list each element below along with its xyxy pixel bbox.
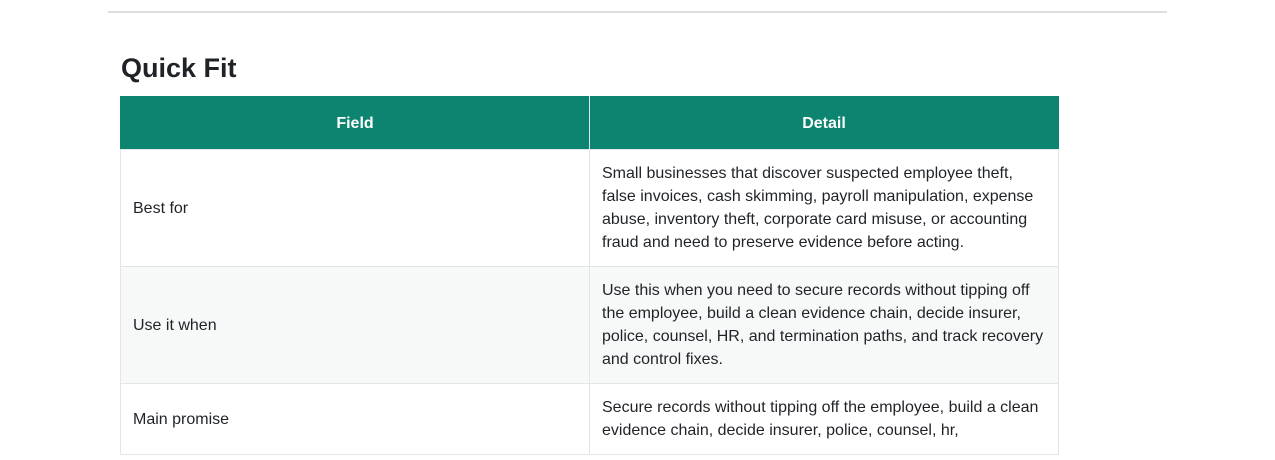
quick-fit-table: Field Detail Best for Small businesses t… <box>120 96 1059 455</box>
row-field-cell: Use it when <box>120 266 590 384</box>
column-header-detail: Detail <box>589 96 1059 150</box>
row-detail-cell: Use this when you need to secure records… <box>589 266 1059 384</box>
row-detail-cell: Small businesses that discover suspected… <box>589 149 1059 267</box>
row-detail-cell: Secure records without tipping off the e… <box>589 383 1059 455</box>
top-divider <box>108 11 1167 13</box>
row-field-cell: Main promise <box>120 383 590 455</box>
section-title: Quick Fit <box>121 53 237 83</box>
table-row: Best for Small businesses that discover … <box>120 149 1059 267</box>
table-row: Main promise Secure records without tipp… <box>120 383 1059 455</box>
row-field-cell: Best for <box>120 149 590 267</box>
table-header-row: Field Detail <box>120 96 1059 150</box>
page: Quick Fit Field Detail Best for Small bu… <box>0 0 1275 460</box>
column-header-field: Field <box>120 96 590 150</box>
table-row: Use it when Use this when you need to se… <box>120 266 1059 384</box>
